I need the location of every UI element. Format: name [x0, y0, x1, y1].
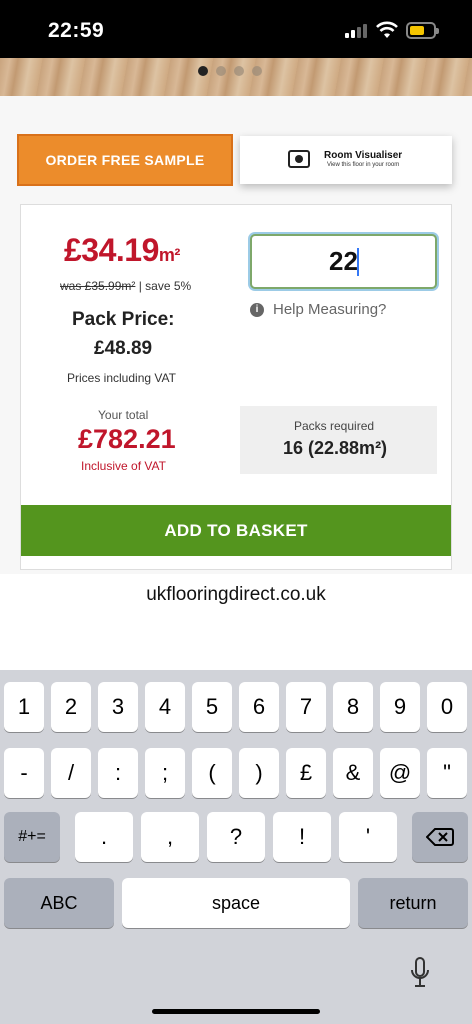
area-quantity-input[interactable] [250, 234, 437, 289]
help-measuring-label: Help Measuring? [273, 301, 387, 318]
key[interactable]: 1 [4, 682, 44, 732]
key[interactable]: ( [192, 748, 232, 798]
key[interactable]: 7 [286, 682, 326, 732]
key[interactable]: / [51, 748, 91, 798]
text-caret [357, 248, 359, 276]
room-visualiser-button[interactable]: Room Visualiser View this floor in your … [240, 136, 452, 184]
key[interactable]: - [4, 748, 44, 798]
key[interactable]: & [333, 748, 373, 798]
total-vat-note: Inclusive of VAT [81, 459, 166, 473]
product-image[interactable] [0, 58, 472, 96]
key[interactable]: . [75, 812, 133, 862]
pack-price-value: £48.89 [94, 338, 153, 359]
key[interactable]: 8 [333, 682, 373, 732]
microphone-icon[interactable] [410, 956, 430, 992]
carousel-dots[interactable] [198, 66, 262, 76]
key[interactable]: ; [145, 748, 185, 798]
camera-icon [288, 150, 310, 168]
carousel-dot[interactable] [198, 66, 208, 76]
key[interactable]: £ [286, 748, 326, 798]
your-total-value: £782.21 [78, 424, 176, 454]
key[interactable]: 2 [51, 682, 91, 732]
home-indicator [152, 1009, 320, 1014]
url-text[interactable]: ukflooringdirect.co.uk [0, 584, 472, 606]
visualiser-subtitle: View this floor in your room [326, 162, 400, 168]
keyboard: 1 2 3 4 5 6 7 8 9 0 - / : ; ( ) £ & @ " … [0, 670, 472, 1024]
pack-price-label: Pack Price: [72, 309, 175, 330]
status-bar: 22:59 [0, 0, 472, 58]
help-measuring-link[interactable]: i Help Measuring? [250, 301, 386, 318]
delete-key[interactable] [412, 812, 468, 862]
key[interactable]: 4 [145, 682, 185, 732]
packs-required-label: Packs required [294, 419, 375, 433]
key[interactable]: ' [339, 812, 397, 862]
carousel-dot[interactable] [216, 66, 226, 76]
carousel-dot[interactable] [252, 66, 262, 76]
cellular-signal-icon [345, 24, 367, 38]
key[interactable]: : [98, 748, 138, 798]
key[interactable]: 5 [192, 682, 232, 732]
key[interactable]: ) [239, 748, 279, 798]
key[interactable]: " [427, 748, 467, 798]
key[interactable]: ? [207, 812, 265, 862]
your-total-label: Your total [98, 408, 149, 422]
visualiser-title: Room Visualiser [324, 150, 403, 161]
status-time: 22:59 [48, 19, 105, 42]
packs-required-value: 16 (22.88m²) [283, 438, 388, 458]
symbols-key[interactable]: #+= [4, 812, 60, 862]
price-per-m2: £34.19m² [64, 232, 180, 268]
space-key[interactable]: space [122, 878, 350, 928]
key[interactable]: ! [273, 812, 331, 862]
abc-key[interactable]: ABC [4, 878, 114, 928]
key[interactable]: , [141, 812, 199, 862]
backspace-icon [426, 828, 454, 846]
add-to-basket-button[interactable]: ADD TO BASKET [21, 505, 451, 556]
order-free-sample-button[interactable]: ORDER FREE SAMPLE [17, 134, 233, 186]
key[interactable]: @ [380, 748, 420, 798]
wifi-icon [376, 21, 398, 38]
key[interactable]: 3 [98, 682, 138, 732]
carousel-dot[interactable] [234, 66, 244, 76]
key[interactable]: 9 [380, 682, 420, 732]
battery-icon [406, 22, 439, 39]
info-icon: i [250, 302, 264, 317]
return-key[interactable]: return [358, 878, 468, 928]
vat-note: Prices including VAT [67, 371, 176, 385]
key[interactable]: 6 [239, 682, 279, 732]
key[interactable]: 0 [427, 682, 467, 732]
was-price: was £35.99m² | save 5% [60, 279, 192, 293]
